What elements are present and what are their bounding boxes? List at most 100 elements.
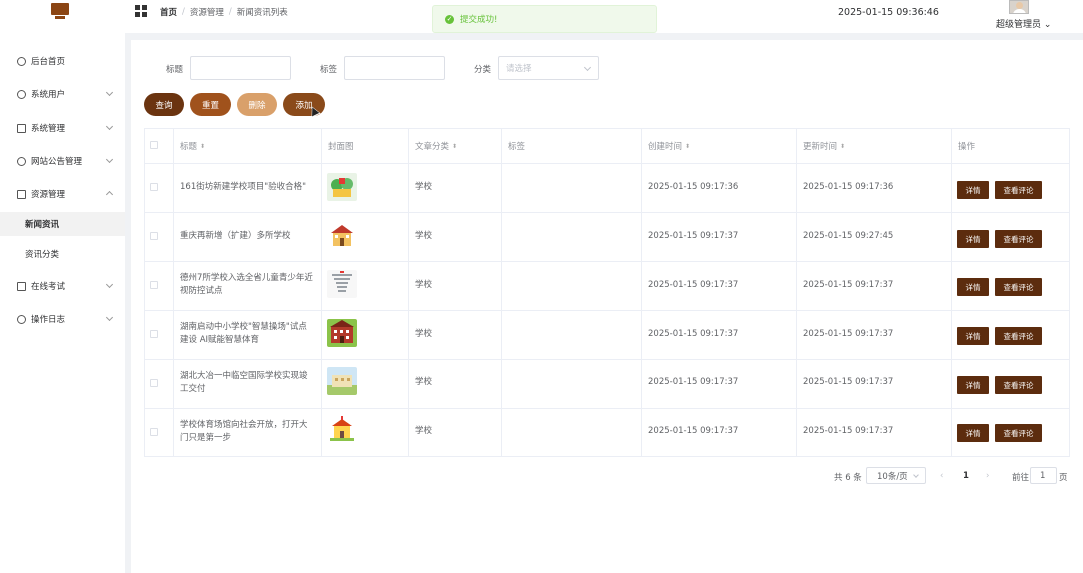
news-updated: 2025-01-15 09:17:37 — [803, 426, 894, 436]
detail-button[interactable]: 详情 — [957, 278, 989, 296]
news-created: 2025-01-15 09:17:37 — [648, 231, 739, 241]
column-header-category[interactable]: 文章分类 ⬍ — [415, 140, 457, 152]
pagination-total: 共 6 条 — [834, 473, 862, 483]
breadcrumb-home[interactable]: 首页 — [160, 6, 177, 18]
cover-image — [327, 416, 357, 444]
column-header-cover: 封面图 — [328, 142, 354, 152]
detail-button[interactable]: 详情 — [957, 327, 989, 345]
cover-image — [327, 173, 357, 201]
cover-image — [327, 319, 357, 347]
row-checkbox[interactable] — [150, 232, 158, 240]
column-header-tag: 标签 — [508, 142, 526, 152]
chevron-up-icon — [105, 190, 114, 199]
sort-icon: ⬍ — [200, 143, 206, 150]
user-menu[interactable]: 超级管理员 ⌄ — [996, 17, 1051, 30]
breadcrumb-resource[interactable]: 资源管理 — [190, 6, 224, 18]
username: 超级管理员 — [996, 20, 1042, 30]
view-comments-button[interactable]: 查看评论 — [995, 278, 1042, 296]
next-page-icon[interactable]: › — [986, 471, 989, 481]
detail-button[interactable]: 详情 — [957, 424, 989, 442]
query-button[interactable]: 查询 — [144, 93, 184, 116]
breadcrumb: 首页 / 资源管理 / 新闻资讯列表 — [160, 6, 288, 18]
logo-icon — [51, 3, 69, 19]
sidebar-item-system-users[interactable]: 系统用户 — [0, 82, 125, 106]
page-number-current[interactable]: 1 — [963, 471, 969, 481]
row-checkbox[interactable] — [150, 183, 158, 191]
chevron-down-icon — [105, 313, 114, 322]
news-updated: 2025-01-15 09:17:37 — [803, 377, 894, 387]
current-datetime: 2025-01-15 09:36:46 — [838, 7, 939, 18]
user-icon — [17, 314, 26, 324]
prev-page-icon[interactable]: ‹ — [940, 471, 943, 481]
view-comments-button[interactable]: 查看评论 — [995, 424, 1042, 442]
column-header-actions: 操作 — [958, 142, 976, 152]
news-created: 2025-01-15 09:17:37 — [648, 426, 739, 436]
news-updated: 2025-01-15 09:27:45 — [803, 231, 894, 241]
sidebar-item-system-manage[interactable]: 系统管理 — [0, 116, 125, 140]
column-header-updated[interactable]: 更新时间 ⬍ — [803, 140, 845, 152]
sidebar-item-announcements[interactable]: 网站公告管理 — [0, 149, 125, 173]
column-header-created[interactable]: 创建时间 ⬍ — [648, 140, 690, 152]
category-select[interactable]: 请选择 — [498, 56, 599, 80]
news-title: 湖南启动中小学校"智慧操场"试点建设 AI赋能智慧体育 — [180, 322, 307, 345]
clock-icon — [17, 56, 26, 66]
news-created: 2025-01-15 09:17:37 — [648, 329, 739, 339]
row-checkbox[interactable] — [150, 330, 158, 338]
category-filter-label: 分类 — [474, 65, 492, 75]
row-checkbox[interactable] — [150, 281, 158, 289]
news-category: 学校 — [415, 231, 433, 241]
news-title: 湖北大冶一中临空国际学校实现竣工交付 — [180, 371, 308, 394]
title-filter-input[interactable] — [190, 56, 291, 80]
row-checkbox[interactable] — [150, 379, 158, 387]
chevron-down-icon — [913, 472, 919, 478]
news-category: 学校 — [415, 329, 433, 339]
news-title: 德州7所学校入选全省儿童青少年近视防控试点 — [180, 273, 313, 296]
tag-filter-input[interactable] — [344, 56, 445, 80]
detail-button[interactable]: 详情 — [957, 181, 989, 199]
news-updated: 2025-01-15 09:17:37 — [803, 280, 894, 290]
news-updated: 2025-01-15 09:17:37 — [803, 329, 894, 339]
news-title: 重庆再新增（扩建）多所学校 — [180, 231, 291, 241]
toast-message: 提交成功! — [460, 15, 498, 25]
news-updated: 2025-01-15 09:17:36 — [803, 182, 894, 192]
cover-image — [327, 222, 357, 250]
detail-button[interactable]: 详情 — [957, 230, 989, 248]
reset-button[interactable]: 重置 — [190, 93, 231, 116]
success-toast: ✓ 提交成功! — [432, 5, 657, 33]
news-created: 2025-01-15 09:17:36 — [648, 182, 739, 192]
sidebar-item-home[interactable]: 后台首页 — [0, 49, 125, 73]
chevron-down-icon — [583, 63, 592, 72]
goto-page-input[interactable]: 1 — [1030, 467, 1057, 484]
menu-grid-icon[interactable] — [135, 5, 147, 17]
goto-suffix: 页 — [1059, 473, 1068, 483]
sidebar-item-resources[interactable]: 资源管理 — [0, 182, 125, 206]
sidebar: 后台首页 系统用户 系统管理 网站公告管理 资源管理 新闻资讯 资讯分类 在线考… — [0, 33, 125, 573]
sidebar-item-operation-log[interactable]: 操作日志 — [0, 307, 125, 331]
breadcrumb-current: 新闻资讯列表 — [236, 8, 288, 18]
view-comments-button[interactable]: 查看评论 — [995, 181, 1042, 199]
box-icon — [17, 281, 26, 291]
sidebar-subitem-news-category[interactable]: 资讯分类 — [0, 242, 125, 266]
news-created: 2025-01-15 09:17:37 — [648, 377, 739, 387]
sidebar-subitem-news[interactable]: 新闻资讯 — [0, 212, 125, 236]
view-comments-button[interactable]: 查看评论 — [995, 327, 1042, 345]
sidebar-item-online-exam[interactable]: 在线考试 — [0, 274, 125, 298]
cover-image — [327, 367, 357, 395]
inbox-icon — [17, 123, 26, 133]
news-category: 学校 — [415, 377, 433, 387]
cover-image — [327, 270, 357, 298]
check-circle-icon: ✓ — [445, 14, 454, 24]
view-comments-button[interactable]: 查看评论 — [995, 376, 1042, 394]
sort-icon: ⬍ — [840, 143, 846, 150]
page-size-select[interactable]: 10条/页 — [866, 467, 926, 484]
delete-button[interactable]: 删除 — [237, 93, 277, 116]
news-title: 学校体育场馆向社会开放，打开大门只是第一步 — [180, 420, 308, 443]
view-comments-button[interactable]: 查看评论 — [995, 230, 1042, 248]
row-checkbox[interactable] — [150, 428, 158, 436]
chevron-down-icon — [105, 280, 114, 289]
select-all-checkbox[interactable] — [150, 141, 158, 149]
avatar[interactable] — [1009, 0, 1029, 14]
chevron-down-icon — [105, 88, 114, 97]
column-header-title[interactable]: 标题 ⬍ — [180, 140, 205, 152]
detail-button[interactable]: 详情 — [957, 376, 989, 394]
